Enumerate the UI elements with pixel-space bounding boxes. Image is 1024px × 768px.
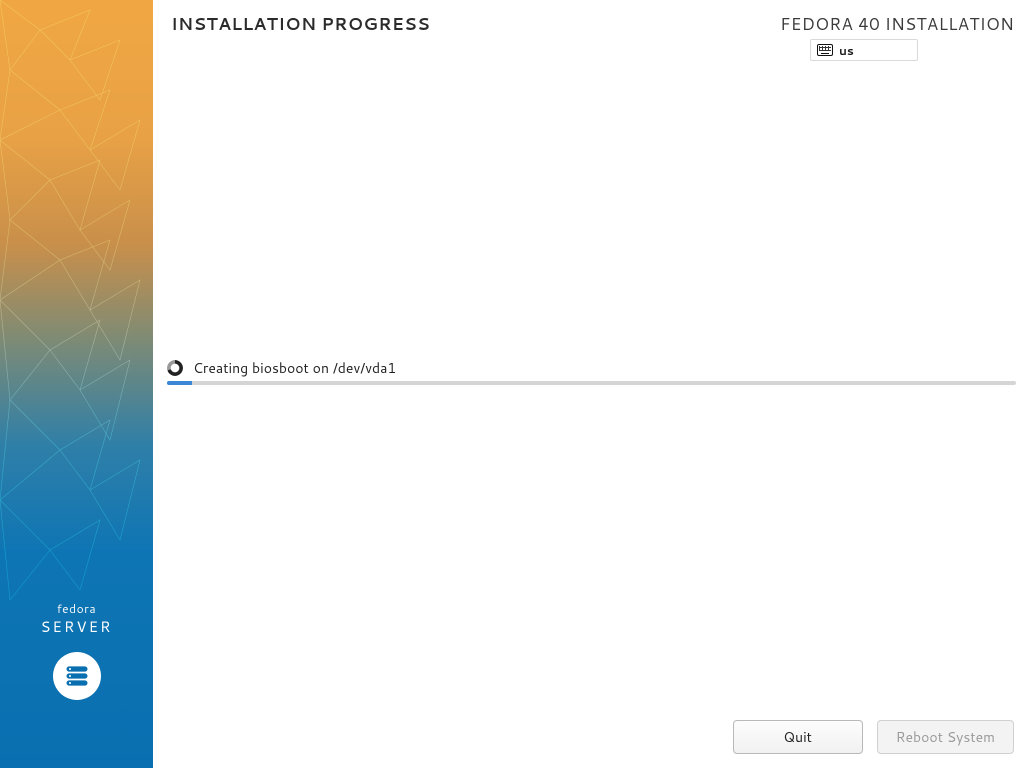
- main-panel: INSTALLATION PROGRESS FEDORA 40 INSTALLA…: [153, 0, 1024, 768]
- sidebar-branding: fedora SERVER: [0, 600, 153, 637]
- progress-bar: [167, 381, 1016, 385]
- quit-button[interactable]: Quit: [733, 720, 863, 754]
- server-stack-icon: [63, 662, 91, 690]
- spinner-icon: [167, 360, 183, 376]
- keyboard-layout-selector[interactable]: us: [810, 39, 918, 61]
- keyboard-layout-label: us: [839, 42, 854, 59]
- footer-button-row: Quit Reboot System: [153, 720, 1014, 756]
- brand-edition: SERVER: [0, 616, 153, 637]
- progress-status-text: Creating biosboot on /dev/vda1: [193, 358, 396, 378]
- product-title: FEDORA 40 INSTALLATION: [780, 12, 1014, 36]
- fedora-server-logo: [53, 652, 101, 700]
- progress-bar-fill: [167, 381, 192, 385]
- brand-name: fedora: [0, 600, 153, 617]
- keyboard-icon: [817, 44, 833, 56]
- sidebar: fedora SERVER: [0, 0, 153, 768]
- quit-button-label: Quit: [783, 727, 812, 747]
- reboot-button-label: Reboot System: [896, 727, 995, 747]
- reboot-button: Reboot System: [877, 720, 1014, 754]
- progress-status-row: Creating biosboot on /dev/vda1: [167, 358, 1016, 378]
- page-title: INSTALLATION PROGRESS: [171, 12, 430, 36]
